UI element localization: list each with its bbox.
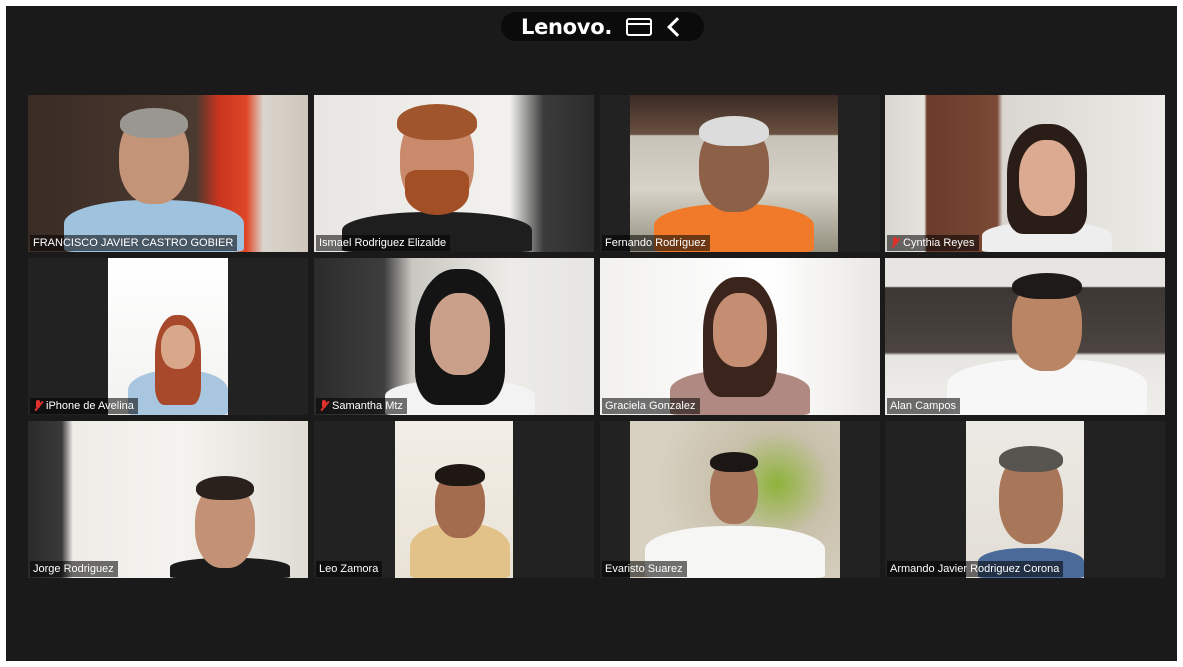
chevron-left-icon[interactable] [667,16,687,37]
participant-name: Samantha Mtz [316,398,407,414]
participant-tile[interactable]: Jorge Rodriguez [28,421,308,578]
participant-tile[interactable]: Graciela Gonzalez [600,258,880,415]
participant-tile[interactable]: Evaristo Suarez [600,421,880,578]
muted-mic-icon [319,400,329,412]
participant-name: iPhone de Avelina [30,398,138,414]
participant-name: Ismael Rodriguez Elizalde [316,235,451,251]
participant-tile[interactable]: Samantha Mtz [314,258,594,415]
participant-tile-active-speaker[interactable]: Alan Campos [885,258,1165,415]
participant-tile[interactable]: Fernando Rodríguez [600,95,880,252]
muted-mic-icon [890,237,900,249]
participant-name: FRANCISCO JAVIER CASTRO GOBIER [30,235,238,251]
participant-name: Graciela Gonzalez [602,398,700,414]
brand-logo: Lenovo. [521,14,612,39]
participant-tile[interactable]: Ismael Rodriguez Elizalde [314,95,594,252]
participant-name: Evaristo Suarez [602,561,687,577]
participant-tile[interactable]: Cynthia Reyes [885,95,1165,252]
participant-name: Leo Zamora [316,561,383,577]
participant-name: Fernando Rodríguez [602,235,710,251]
device-top-bar: Lenovo. [501,12,704,41]
window-icon[interactable] [626,17,652,36]
participant-name: Armando Javier Rodriguez Corona [887,561,1064,577]
muted-mic-icon [33,400,43,412]
meeting-window: Lenovo. FRANCISCO JAVIER CASTRO GOBIER I [6,6,1177,661]
participant-tile[interactable]: iPhone de Avelina [28,258,308,415]
participant-name: Cynthia Reyes [887,235,979,251]
participant-tile[interactable]: Armando Javier Rodriguez Corona [885,421,1165,578]
participant-name: Jorge Rodriguez [30,561,118,577]
participant-name: Alan Campos [887,398,961,414]
participant-tile[interactable]: FRANCISCO JAVIER CASTRO GOBIER [28,95,308,252]
participant-tile[interactable]: Leo Zamora [314,421,594,578]
